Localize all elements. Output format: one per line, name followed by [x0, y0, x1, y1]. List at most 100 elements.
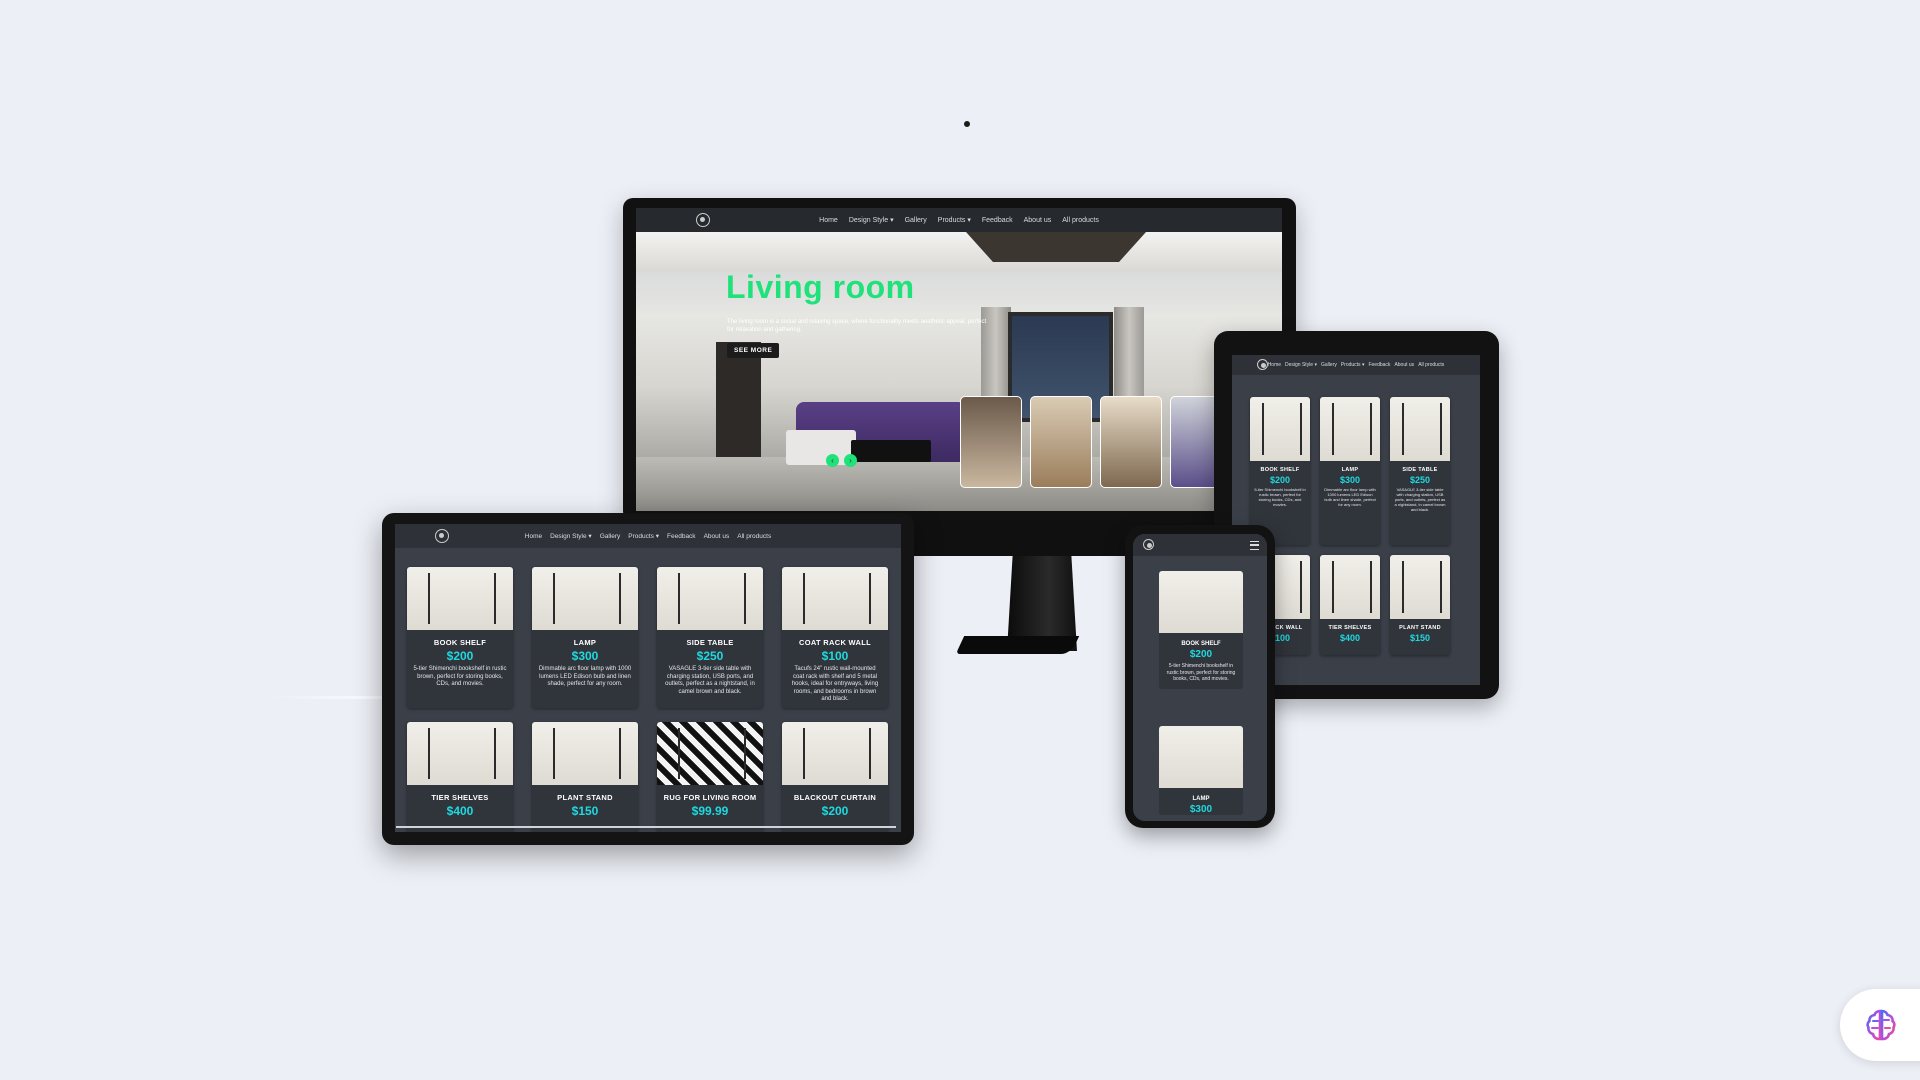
product-price: $200 — [1269, 475, 1291, 485]
nav-gallery[interactable]: Gallery — [1321, 362, 1337, 368]
product-name: RUG FOR LIVING ROOM — [663, 793, 757, 802]
phone-nav — [1133, 534, 1267, 556]
brain-icon[interactable] — [1863, 1007, 1899, 1043]
product-card[interactable]: BOOK SHELF $200 5-tier Shimenchi bookshe… — [1159, 571, 1243, 689]
product-image — [1159, 571, 1243, 633]
nav-about-us[interactable]: About us — [704, 533, 730, 540]
nav-about-us[interactable]: About us — [1394, 362, 1414, 368]
nav-feedback[interactable]: Feedback — [1368, 362, 1390, 368]
nav-design-style[interactable]: Design Style ▾ — [550, 532, 592, 540]
monitor-foot — [955, 636, 1080, 654]
product-card[interactable]: COAT RACK WALL $100 Tacufs 24" rustic wa… — [782, 567, 888, 708]
product-price: $250 — [1409, 475, 1431, 485]
slide-thumbnail[interactable] — [960, 396, 1022, 488]
site-logo-icon[interactable] — [1143, 539, 1154, 550]
nav-products[interactable]: Products ▾ — [1341, 362, 1365, 368]
product-name: BLACKOUT CURTAIN — [793, 793, 877, 802]
product-description: 5-tier Shimenchi bookshelf in rustic bro… — [1166, 663, 1236, 682]
product-image — [1390, 397, 1450, 461]
product-image — [532, 722, 638, 785]
nav-home[interactable]: Home — [1268, 362, 1281, 368]
slide-thumbnail[interactable] — [1100, 396, 1162, 488]
product-card[interactable]: LAMP $300 Dimmable arc floor lamp with 1… — [532, 567, 638, 708]
product-name: PLANT STAND — [1399, 625, 1441, 631]
hero-description: The living room is a social and relaxing… — [727, 319, 987, 333]
nav-home[interactable]: Home — [525, 533, 542, 540]
product-image — [1390, 555, 1450, 619]
product-description: VASAGLE 3-tier side table with charging … — [1394, 487, 1446, 512]
nav-feedback[interactable]: Feedback — [667, 533, 696, 540]
slide-thumbnail[interactable] — [1030, 396, 1092, 488]
hero-image-beam — [966, 232, 1146, 262]
product-image — [782, 722, 888, 785]
product-card[interactable]: LAMP $300 — [1159, 726, 1243, 815]
product-image — [407, 722, 513, 785]
desktop-screen: Home Design Style ▾ Gallery Products ▾ F… — [636, 208, 1282, 511]
slide-thumbnails — [960, 396, 1232, 488]
product-image — [657, 567, 763, 630]
desktop-nav: Home Design Style ▾ Gallery Products ▾ F… — [636, 208, 1282, 232]
portrait-tablet-nav: Home Design Style ▾ Gallery Products ▾ F… — [1232, 355, 1480, 375]
prev-slide-button[interactable]: ‹ — [826, 454, 839, 467]
phone: BOOK SHELF $200 5-tier Shimenchi bookshe… — [1125, 525, 1275, 828]
product-card[interactable]: SIDE TABLE $250 VASAGLE 3-tier side tabl… — [1390, 397, 1450, 545]
nav-home[interactable]: Home — [819, 217, 838, 224]
product-card[interactable]: PLANT STAND $150 — [532, 722, 638, 832]
nav-design-style[interactable]: Design Style ▾ — [1285, 362, 1317, 368]
product-price: $300 — [571, 649, 599, 663]
landscape-tablet-screen: Home Design Style ▾ Gallery Products ▾ F… — [395, 524, 901, 832]
product-price: $99.99 — [691, 804, 729, 818]
nav-gallery[interactable]: Gallery — [600, 533, 621, 540]
tablet-home-bar — [396, 826, 896, 828]
product-name: SIDE TABLE — [1402, 467, 1438, 473]
hamburger-menu-icon[interactable] — [1250, 540, 1259, 550]
product-card[interactable]: SIDE TABLE $250 VASAGLE 3-tier side tabl… — [657, 567, 763, 708]
product-image — [407, 567, 513, 630]
nav-design-style[interactable]: Design Style ▾ — [849, 216, 894, 224]
product-name: TIER SHELVES — [431, 793, 489, 802]
see-more-button[interactable]: SEE MORE — [727, 343, 780, 358]
product-price: $150 — [1409, 633, 1431, 643]
product-price: $100 — [821, 649, 849, 663]
product-name: LAMP — [573, 638, 597, 647]
product-card[interactable]: BLACKOUT CURTAIN $200 — [782, 722, 888, 832]
product-image — [1159, 726, 1243, 788]
product-description: VASAGLE 3-tier side table with charging … — [665, 666, 755, 695]
nav-about-us[interactable]: About us — [1024, 217, 1052, 224]
product-name: BOOK SHELF — [1260, 467, 1300, 473]
product-card[interactable]: PLANT STAND $150 — [1390, 555, 1450, 655]
site-logo-icon[interactable] — [696, 213, 710, 227]
product-card[interactable]: LAMP $300 Dimmable arc floor lamp with 1… — [1320, 397, 1380, 545]
product-image — [1250, 397, 1310, 461]
product-card[interactable]: TIER SHELVES $400 — [407, 722, 513, 832]
nav-products[interactable]: Products ▾ — [628, 532, 659, 540]
hero-image-ceiling — [636, 232, 1282, 272]
product-price: $300 — [1189, 804, 1213, 815]
product-card[interactable]: BOOK SHELF $200 5-tier Shimenchi bookshe… — [1250, 397, 1310, 545]
product-name: COAT RACK WALL — [799, 638, 871, 647]
next-slide-button[interactable]: › — [844, 454, 857, 467]
nav-gallery[interactable]: Gallery — [905, 217, 927, 224]
nav-products[interactable]: Products ▾ — [938, 216, 971, 224]
product-name: BOOK SHELF — [433, 638, 487, 647]
product-card[interactable]: RUG FOR LIVING ROOM $99.99 — [657, 722, 763, 832]
product-description: Dimmable arc floor lamp with 1000 lumens… — [1324, 487, 1376, 507]
product-price: $300 — [1339, 475, 1361, 485]
product-name: SIDE TABLE — [686, 638, 734, 647]
site-logo-icon[interactable] — [435, 529, 449, 543]
product-card[interactable]: BOOK SHELF $200 5-tier Shimenchi bookshe… — [407, 567, 513, 708]
product-grid: BOOK SHELF $200 5-tier Shimenchi bookshe… — [407, 567, 888, 832]
product-description: 5-tier Shimenchi bookshelf in rustic bro… — [1254, 487, 1306, 507]
product-price: $400 — [1339, 633, 1361, 643]
nav-all-products[interactable]: All products — [1418, 362, 1444, 368]
product-image — [782, 567, 888, 630]
nav-all-products[interactable]: All products — [1062, 217, 1099, 224]
product-description: Dimmable arc floor lamp with 1000 lumens… — [538, 666, 632, 687]
site-logo-icon[interactable] — [1257, 359, 1268, 370]
hero-slider: Living room The living room is a social … — [636, 232, 1282, 511]
product-name: LAMP — [1341, 467, 1359, 473]
nav-feedback[interactable]: Feedback — [982, 217, 1013, 224]
product-image — [1320, 397, 1380, 461]
nav-all-products[interactable]: All products — [737, 533, 771, 540]
product-card[interactable]: TIER SHELVES $400 — [1320, 555, 1380, 655]
